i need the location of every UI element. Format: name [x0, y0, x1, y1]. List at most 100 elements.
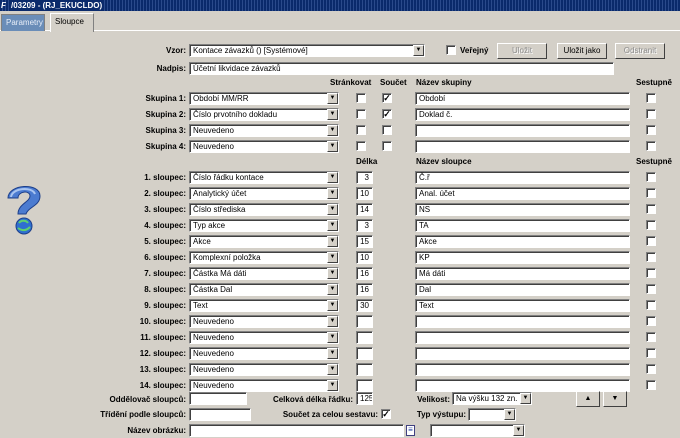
- column-desc-checkbox[interactable]: [646, 188, 656, 198]
- column-desc-checkbox[interactable]: [646, 204, 656, 214]
- column-select[interactable]: Částka Má dáti ▼: [189, 267, 339, 280]
- column-select[interactable]: Neuvedeno ▼: [189, 315, 339, 328]
- separator-input[interactable]: [189, 392, 247, 405]
- column-select[interactable]: Číslo řádku kontace ▼: [189, 171, 339, 184]
- column-desc-checkbox[interactable]: [646, 172, 656, 182]
- column-select[interactable]: Typ akce ▼: [189, 219, 339, 232]
- group-name-input[interactable]: Období: [415, 92, 630, 105]
- chevron-down-icon[interactable]: ▼: [327, 332, 338, 343]
- group-desc-checkbox[interactable]: [646, 125, 656, 135]
- column-name-input[interactable]: Text: [415, 299, 630, 312]
- column-desc-checkbox[interactable]: [646, 300, 656, 310]
- column-select[interactable]: Akce ▼: [189, 235, 339, 248]
- chevron-down-icon[interactable]: ▼: [327, 364, 338, 375]
- chevron-down-icon[interactable]: ▼: [327, 93, 338, 104]
- column-name-input[interactable]: Má dáti: [415, 267, 630, 280]
- chevron-down-icon[interactable]: ▼: [327, 380, 338, 391]
- column-select[interactable]: Komplexní položka ▼: [189, 251, 339, 264]
- chevron-down-icon[interactable]: ▼: [327, 109, 338, 120]
- column-name-input[interactable]: KP: [415, 251, 630, 264]
- chevron-down-icon[interactable]: ▼: [413, 45, 424, 56]
- group-desc-checkbox[interactable]: [646, 141, 656, 151]
- column-length-input[interactable]: [356, 315, 373, 328]
- chevron-down-icon[interactable]: ▼: [327, 188, 338, 199]
- column-select[interactable]: Číslo střediska ▼: [189, 203, 339, 216]
- save-as-button[interactable]: Uložit jako: [557, 43, 607, 59]
- chevron-down-icon[interactable]: ▼: [327, 220, 338, 231]
- move-up-button[interactable]: ▲: [576, 391, 600, 407]
- group-select[interactable]: Neuvedeno ▼: [189, 124, 339, 137]
- column-length-input[interactable]: 3: [356, 171, 373, 184]
- column-length-input[interactable]: 14: [356, 203, 373, 216]
- column-select[interactable]: Neuvedeno ▼: [189, 331, 339, 344]
- chevron-down-icon[interactable]: ▼: [327, 204, 338, 215]
- tab-parametry[interactable]: Parametry: [1, 14, 45, 31]
- save-button[interactable]: Uložit: [497, 43, 547, 59]
- group-name-input[interactable]: Doklad č.: [415, 108, 630, 121]
- column-name-input[interactable]: [415, 347, 630, 360]
- column-desc-checkbox[interactable]: [646, 220, 656, 230]
- chevron-down-icon[interactable]: ▼: [327, 125, 338, 136]
- column-length-input[interactable]: 10: [356, 251, 373, 264]
- image-select[interactable]: ▼: [430, 424, 525, 437]
- column-name-input[interactable]: [415, 331, 630, 344]
- column-length-input[interactable]: [356, 379, 373, 392]
- chevron-down-icon[interactable]: ▼: [504, 409, 515, 420]
- group-name-input[interactable]: [415, 124, 630, 137]
- chevron-down-icon[interactable]: ▼: [520, 393, 531, 404]
- group-sum-checkbox[interactable]: [382, 141, 392, 151]
- group-sum-checkbox[interactable]: ✓: [382, 93, 392, 103]
- column-name-input[interactable]: NS: [415, 203, 630, 216]
- column-desc-checkbox[interactable]: [646, 380, 656, 390]
- column-name-input[interactable]: Dal: [415, 283, 630, 296]
- chevron-down-icon[interactable]: ▼: [327, 300, 338, 311]
- chevron-down-icon[interactable]: ▼: [327, 172, 338, 183]
- group-select[interactable]: Neuvedeno ▼: [189, 140, 339, 153]
- column-name-input[interactable]: Akce: [415, 235, 630, 248]
- group-desc-checkbox[interactable]: [646, 93, 656, 103]
- nadpis-input[interactable]: Účetní likvidace závazků: [189, 62, 614, 75]
- column-desc-checkbox[interactable]: [646, 316, 656, 326]
- group-sum-checkbox[interactable]: [382, 125, 392, 135]
- column-length-input[interactable]: [356, 347, 373, 360]
- column-length-input[interactable]: 16: [356, 267, 373, 280]
- tab-sloupce[interactable]: Sloupce: [50, 13, 94, 32]
- group-desc-checkbox[interactable]: [646, 109, 656, 119]
- column-desc-checkbox[interactable]: [646, 348, 656, 358]
- group-page-checkbox[interactable]: [356, 109, 366, 119]
- column-desc-checkbox[interactable]: [646, 332, 656, 342]
- group-sum-checkbox[interactable]: ✓: [382, 109, 392, 119]
- group-page-checkbox[interactable]: [356, 141, 366, 151]
- list-icon[interactable]: ≡: [406, 425, 415, 436]
- image-name-input[interactable]: [189, 424, 404, 437]
- column-desc-checkbox[interactable]: [646, 284, 656, 294]
- chevron-down-icon[interactable]: ▼: [327, 236, 338, 247]
- column-name-input[interactable]: Anal. účet: [415, 187, 630, 200]
- column-length-input[interactable]: [356, 363, 373, 376]
- vzor-select[interactable]: Kontace závazků () [Systémové] ▼: [189, 44, 425, 57]
- column-length-input[interactable]: 10: [356, 187, 373, 200]
- remove-button[interactable]: Odstranit: [615, 43, 665, 59]
- chevron-down-icon[interactable]: ▼: [327, 141, 338, 152]
- column-length-input[interactable]: 30: [356, 299, 373, 312]
- group-page-checkbox[interactable]: [356, 93, 366, 103]
- column-select[interactable]: Text ▼: [189, 299, 339, 312]
- group-page-checkbox[interactable]: [356, 125, 366, 135]
- column-name-input[interactable]: TA: [415, 219, 630, 232]
- chevron-down-icon[interactable]: ▼: [513, 425, 524, 436]
- column-select[interactable]: Neuvedeno ▼: [189, 363, 339, 376]
- column-name-input[interactable]: [415, 315, 630, 328]
- size-select[interactable]: Na výšku 132 zn. ▼: [452, 392, 532, 405]
- move-down-button[interactable]: ▼: [603, 391, 627, 407]
- column-length-input[interactable]: 3: [356, 219, 373, 232]
- chevron-down-icon[interactable]: ▼: [327, 252, 338, 263]
- chevron-down-icon[interactable]: ▼: [327, 268, 338, 279]
- group-name-input[interactable]: [415, 140, 630, 153]
- column-select[interactable]: Analytický účet ▼: [189, 187, 339, 200]
- verejny-checkbox[interactable]: [446, 45, 456, 55]
- column-length-input[interactable]: [356, 331, 373, 344]
- sum-all-checkbox[interactable]: ✓: [381, 409, 391, 419]
- column-select[interactable]: Částka Dal ▼: [189, 283, 339, 296]
- column-desc-checkbox[interactable]: [646, 236, 656, 246]
- column-name-input[interactable]: [415, 363, 630, 376]
